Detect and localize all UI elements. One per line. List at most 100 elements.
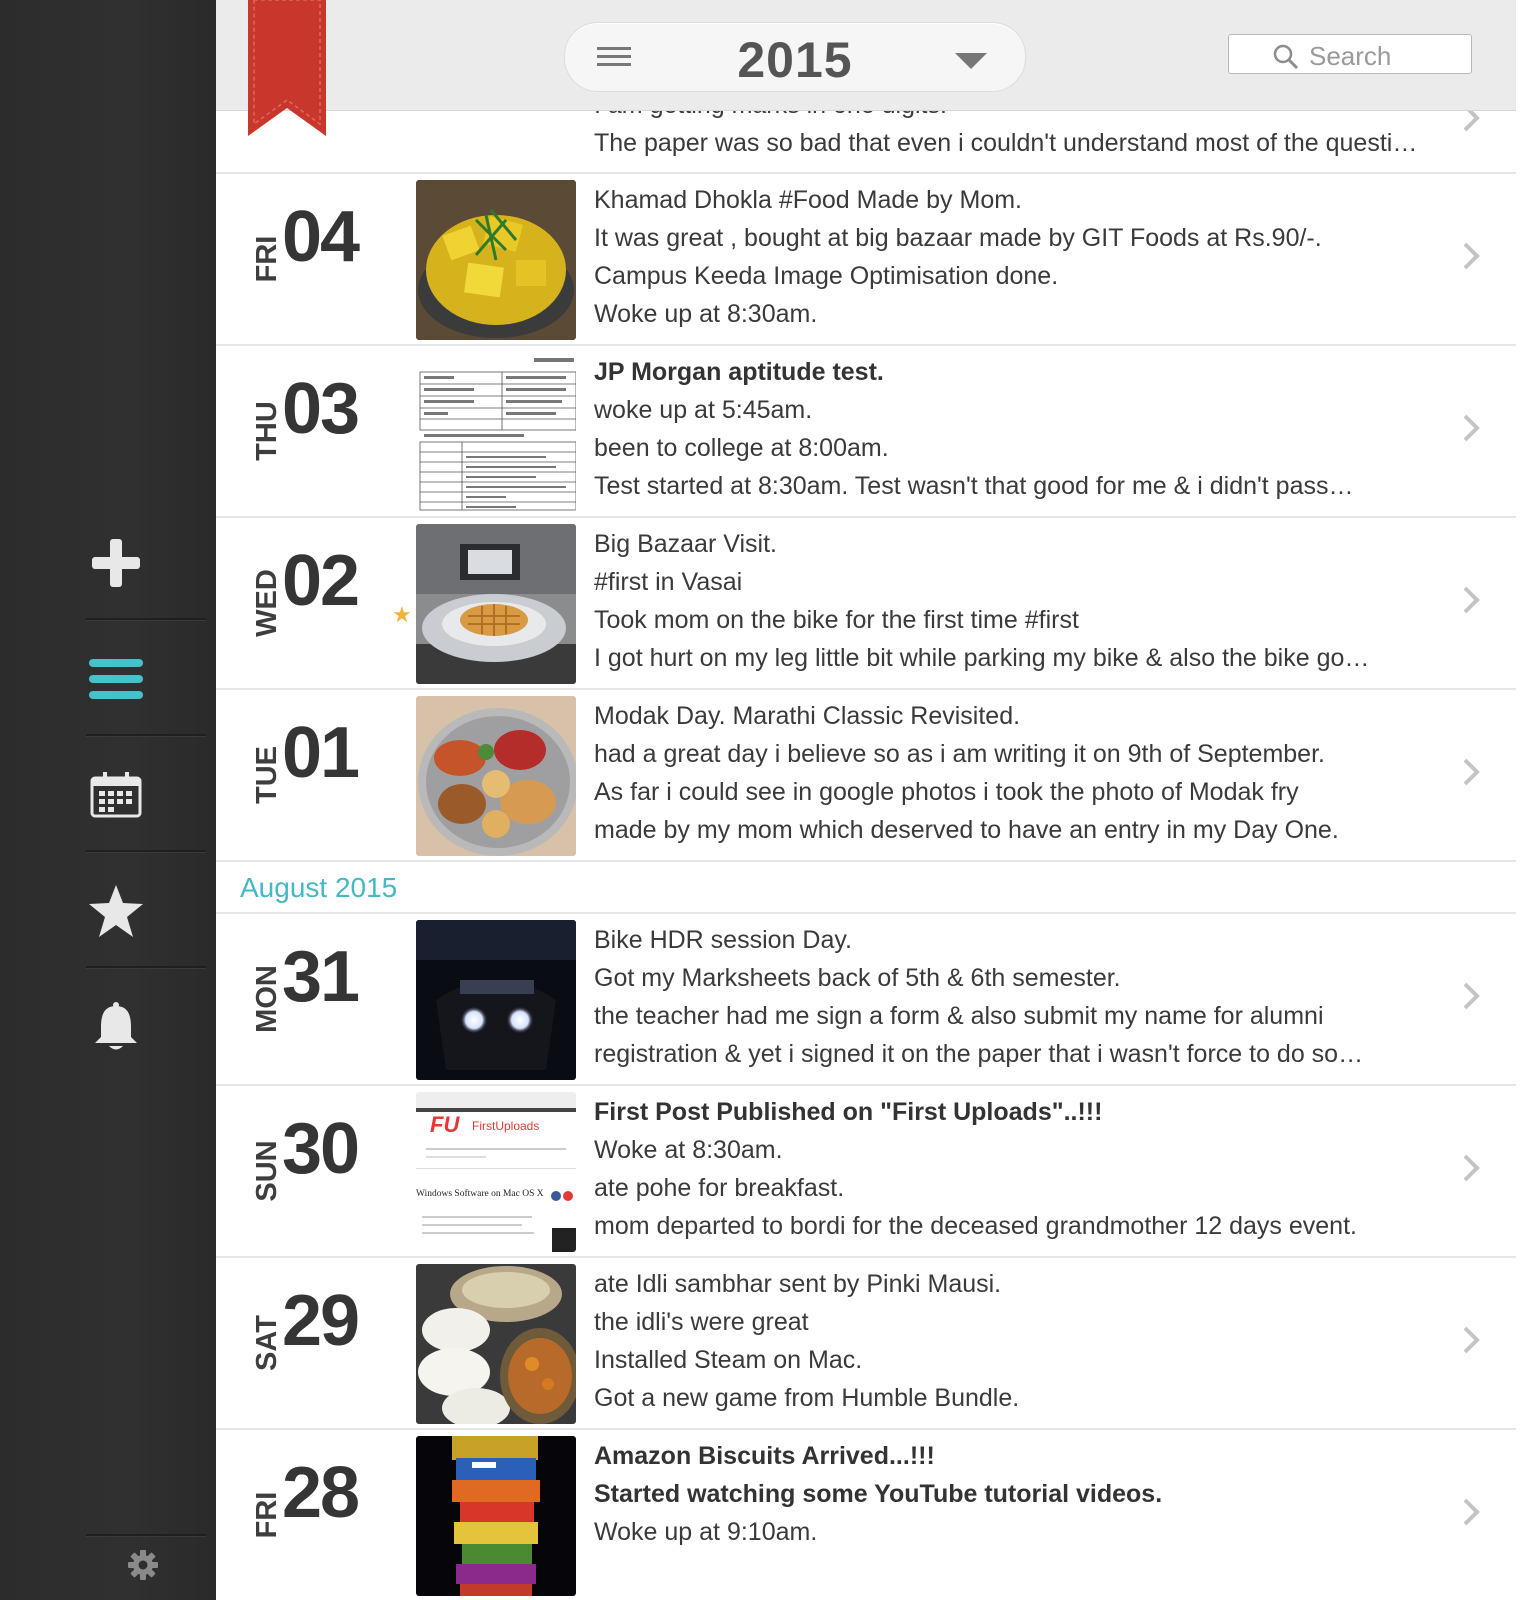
open-entry-button[interactable] (1462, 586, 1480, 619)
entry-line: Bike HDR session Day. (594, 926, 852, 954)
thumb-logo-text: FirstUploads (472, 1119, 539, 1133)
open-entry-button[interactable] (1462, 1154, 1480, 1187)
calendar-icon (90, 772, 142, 818)
entry-text: First Post Published on "First Uploads".… (594, 1093, 1424, 1245)
entry-row[interactable]: FRI 04 Khamad Dhokla #Food Made by Mom. It… (216, 174, 1516, 346)
entry-line: Woke up at 8:30am. (594, 300, 818, 328)
website-screenshot[interactable]: FU FirstUploads Windows Software on Mac … (416, 1092, 576, 1252)
entry-text: Big Bazaar Visit. #first in Vasai Took mom… (594, 525, 1424, 677)
entry-line: As far i could see in google photos i to… (594, 778, 1299, 806)
star-icon (89, 885, 143, 937)
entry-partial[interactable]: I am getting marks in one digits. The pa… (216, 91, 1516, 174)
calendar-button[interactable] (56, 738, 176, 852)
open-entry-button[interactable] (1462, 982, 1480, 1015)
entry-line: JP Morgan aptitude test. (594, 358, 884, 386)
entry-row[interactable]: SAT 29 ate Idli sambhar sent by Pinki Mau… (216, 1258, 1516, 1430)
starred-button[interactable] (56, 854, 176, 968)
entry-day-number: 29 (282, 1281, 360, 1361)
search-icon (1273, 44, 1299, 70)
entry-line: Big Bazaar Visit. (594, 530, 777, 558)
entry-weekday: THU (251, 401, 283, 461)
entry-line: Started watching some YouTube tutorial v… (594, 1480, 1163, 1508)
open-entry-button[interactable] (1462, 242, 1480, 275)
entry-line: Woke at 8:30am. (594, 1136, 783, 1164)
entry-weekday: MON (251, 965, 283, 1033)
entry-row[interactable]: WED 02 ★ Big Bazaar Visit. #first in Vasai T… (216, 518, 1516, 690)
add-entry-button[interactable] (56, 506, 176, 620)
entry-text: Bike HDR session Day. Got my Marksheets b… (594, 921, 1424, 1073)
entry-line: Got my Marksheets back of 5th & 6th seme… (594, 964, 1121, 992)
idli-photo[interactable] (416, 1264, 576, 1424)
entry-line: Amazon Biscuits Arrived...!!! (594, 1442, 935, 1470)
thali-photo[interactable] (416, 696, 576, 856)
bell-icon (95, 1002, 137, 1050)
entry-row[interactable]: SUN 30 FU FirstUploads Windows Software o… (216, 1086, 1516, 1258)
entry-row[interactable]: MON 31 Bike HDR session Day. Got my Marksh… (216, 914, 1516, 1086)
entry-line: It was great , bought at big bazaar made… (594, 224, 1322, 252)
open-entry-button[interactable] (1462, 1498, 1480, 1531)
entry-row[interactable]: THU 03 JP Morgan aptitude test. woke up at… (216, 346, 1516, 518)
entry-line: #first in Vasai (594, 568, 743, 596)
entry-weekday: FRI (251, 1491, 283, 1539)
biscuits-photo[interactable] (416, 1436, 576, 1596)
entry-day-number: 30 (282, 1109, 360, 1189)
entry-line: the idli's were great (594, 1308, 809, 1336)
svg-text:FU: FU (430, 1112, 460, 1137)
dhokla-photo[interactable] (416, 180, 576, 340)
entry-line: Campus Keeda Image Optimisation done. (594, 262, 1059, 290)
entry-day-number: 02 (282, 541, 360, 621)
entry-line: Test started at 8:30am. Test wasn't that… (594, 472, 1354, 500)
entry-text: ate Idli sambhar sent by Pinki Mausi. the… (594, 1265, 1424, 1417)
thumb-headline: Windows Software on Mac OS X (416, 1188, 544, 1199)
entry-line: The paper was so bad that even i couldn'… (594, 129, 1424, 157)
timeline-button[interactable] (56, 622, 176, 736)
chevron-right-icon (1463, 414, 1480, 442)
open-entry-button[interactable] (1462, 1326, 1480, 1359)
search-placeholder: Search (1309, 41, 1392, 71)
entry-line: Took mom on the bike for the first time … (594, 606, 1079, 634)
chevron-right-icon (1463, 586, 1480, 614)
waffle-photo[interactable] (416, 524, 576, 684)
year-selector[interactable]: 2015 (564, 22, 1026, 92)
month-section-header: August 2015 (216, 864, 1516, 914)
entry-day-number: 28 (282, 1453, 360, 1533)
entry-line: registration & yet i signed it on the pa… (594, 1040, 1364, 1068)
timeline-panel: 2015 Search I am getting marks in one di… (216, 0, 1516, 1600)
entry-line: First Post Published on "First Uploads".… (594, 1098, 1103, 1126)
entry-line: had a great day i believe so as i am wri… (594, 740, 1325, 768)
entry-line: the teacher had me sign a form & also su… (594, 1002, 1324, 1030)
entry-weekday: FRI (251, 235, 283, 283)
entry-day-number: 03 (282, 369, 360, 449)
caret-down-icon (955, 53, 987, 69)
bookmark-ribbon-icon (248, 0, 326, 136)
document-photo[interactable] (416, 352, 576, 512)
sidebar-divider (86, 734, 206, 737)
chevron-right-icon (1463, 1326, 1480, 1354)
entry-line: made by my mom which deserved to have an… (594, 816, 1339, 844)
entry-text: Amazon Biscuits Arrived...!!! Started wat… (594, 1437, 1424, 1551)
settings-button[interactable] (128, 1550, 158, 1585)
entry-line: Modak Day. Marathi Classic Revisited. (594, 702, 1021, 730)
entry-day-number: 01 (282, 713, 360, 793)
open-entry-button[interactable] (1462, 758, 1480, 791)
plus-icon (92, 539, 140, 587)
reminders-button[interactable] (56, 970, 176, 1084)
chevron-right-icon (1463, 242, 1480, 270)
entry-weekday: SAT (251, 1315, 283, 1371)
entry-weekday: SUN (251, 1140, 283, 1202)
entry-row[interactable]: TUE 01 Modak Day. Marathi Classic Revisit… (216, 690, 1516, 862)
bike-photo[interactable] (416, 920, 576, 1080)
open-entry-button[interactable] (1462, 414, 1480, 447)
entry-line: ate Idli sambhar sent by Pinki Mausi. (594, 1270, 1002, 1298)
month-label: August 2015 (240, 872, 398, 903)
sidebar-divider (86, 1534, 206, 1537)
entry-line: Khamad Dhokla #Food Made by Mom. (594, 186, 1022, 214)
sidebar (0, 0, 216, 1600)
entry-text: Modak Day. Marathi Classic Revisited. had… (594, 697, 1424, 849)
chevron-right-icon (1463, 1154, 1480, 1182)
entry-row[interactable]: FRI 28 Amazon Biscuits Arrived...!!! Start… (216, 1430, 1516, 1600)
entry-line: been to college at 8:00am. (594, 434, 889, 462)
search-input[interactable]: Search (1228, 34, 1472, 74)
chevron-right-icon (1463, 982, 1480, 1010)
toolbar: 2015 Search (216, 0, 1516, 111)
